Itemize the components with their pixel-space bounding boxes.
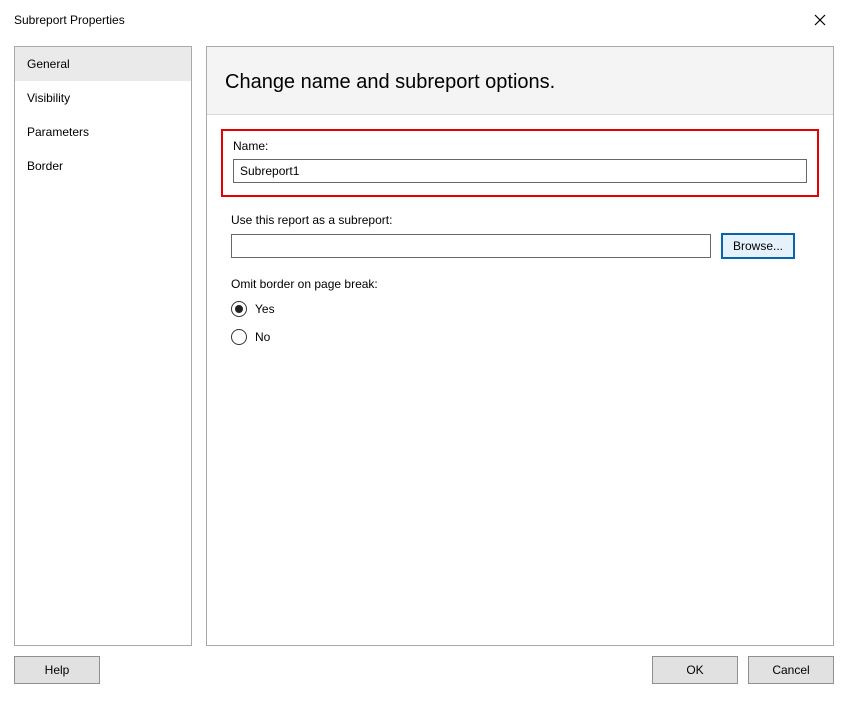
sidebar-item-label: Visibility xyxy=(27,91,70,105)
omit-section: Omit border on page break: Yes No xyxy=(231,277,809,345)
omit-radio-group: Yes No xyxy=(231,301,809,345)
main-content: Name: Use this report as a subreport: Br… xyxy=(207,115,833,377)
cancel-button[interactable]: Cancel xyxy=(748,656,834,684)
radio-label: No xyxy=(255,330,270,344)
omit-label: Omit border on page break: xyxy=(231,277,809,291)
footer: Help OK Cancel xyxy=(0,646,848,700)
radio-icon xyxy=(231,301,247,317)
close-button[interactable] xyxy=(806,8,834,32)
radio-icon xyxy=(231,329,247,345)
name-section-highlight: Name: xyxy=(221,129,819,197)
name-label: Name: xyxy=(233,139,807,153)
footer-right: OK Cancel xyxy=(652,656,834,684)
window-title: Subreport Properties xyxy=(14,13,125,27)
subreport-label: Use this report as a subreport: xyxy=(231,213,809,227)
name-input[interactable] xyxy=(233,159,807,183)
sidebar-item-label: Parameters xyxy=(27,125,89,139)
sidebar-item-visibility[interactable]: Visibility xyxy=(15,81,191,115)
radio-yes[interactable]: Yes xyxy=(231,301,809,317)
sidebar-item-label: Border xyxy=(27,159,63,173)
help-button[interactable]: Help xyxy=(14,656,100,684)
sidebar-item-general[interactable]: General xyxy=(15,47,191,81)
browse-button[interactable]: Browse... xyxy=(721,233,795,259)
radio-label: Yes xyxy=(255,302,275,316)
sidebar-item-label: General xyxy=(27,57,70,71)
ok-button[interactable]: OK xyxy=(652,656,738,684)
main-panel: Change name and subreport options. Name:… xyxy=(206,46,834,646)
sidebar: General Visibility Parameters Border xyxy=(14,46,192,646)
titlebar: Subreport Properties xyxy=(0,0,848,38)
radio-no[interactable]: No xyxy=(231,329,809,345)
subreport-row: Browse... xyxy=(231,233,809,259)
subreport-input[interactable] xyxy=(231,234,711,258)
sidebar-item-border[interactable]: Border xyxy=(15,149,191,183)
body: General Visibility Parameters Border Cha… xyxy=(0,38,848,646)
subreport-section: Use this report as a subreport: Browse..… xyxy=(231,213,809,259)
close-icon xyxy=(814,14,826,26)
page-title: Change name and subreport options. xyxy=(207,47,833,115)
sidebar-item-parameters[interactable]: Parameters xyxy=(15,115,191,149)
